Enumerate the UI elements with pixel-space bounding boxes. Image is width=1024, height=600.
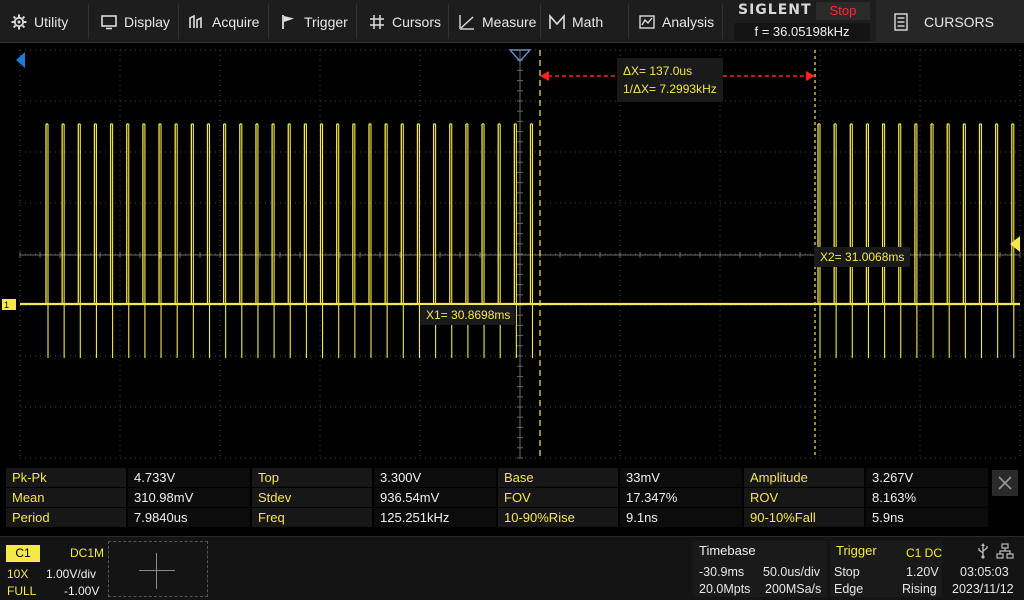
math-icon xyxy=(548,13,566,31)
channel1-bandwidth: FULL xyxy=(7,584,37,598)
bottom-status-bar: C1 DC1M 10X 1.00V/div FULL -1.00V Timeba… xyxy=(0,536,1024,600)
clock-date: 2023/11/12 xyxy=(952,582,1014,596)
measurement-label: ROV xyxy=(744,488,864,507)
timebase-sample-rate: 200MSa/s xyxy=(765,582,822,596)
measurement-row: Pk-Pk 4.733V Top 3.300V Base 33mV Amplitude 3.2… xyxy=(6,468,988,488)
measurement-value: 936.54mV xyxy=(374,488,496,507)
timebase-delay: -30.9ms xyxy=(699,565,745,579)
timebase-scale: 50.0us/div xyxy=(763,565,820,579)
measurement-value: 33mV xyxy=(620,468,742,487)
trigger-slope: Rising xyxy=(902,582,937,596)
channel1-marker-label: 1 xyxy=(4,300,9,310)
add-channel-slot[interactable] xyxy=(108,541,208,597)
measurement-label: 90-10%Fall xyxy=(744,508,864,527)
measurement-value: 7.9840us xyxy=(128,508,250,527)
gear-icon xyxy=(10,13,28,31)
network-icon xyxy=(996,543,1014,559)
flag-icon xyxy=(280,13,298,31)
channel1-info[interactable]: C1 DC1M 10X 1.00V/div FULL -1.00V xyxy=(4,541,105,598)
timebase-memory: 20.0Mpts xyxy=(699,582,751,596)
measurement-value: 125.251kHz xyxy=(374,508,496,527)
channel1-label: C1 xyxy=(6,545,40,562)
menu-cursors[interactable]: Cursors xyxy=(368,0,441,43)
measurement-table: Pk-Pk 4.733V Top 3.300V Base 33mV Amplitude 3.2… xyxy=(6,468,988,530)
menu-acquire[interactable]: Acquire xyxy=(188,0,259,43)
measurement-label: 10-90%Rise xyxy=(498,508,618,527)
trigger-type: Edge xyxy=(834,582,864,596)
run-stop-status[interactable]: Stop xyxy=(816,2,870,20)
menu-cursors-label: Cursors xyxy=(392,13,442,30)
menu-acquire-label: Acquire xyxy=(212,13,260,30)
measurement-label: Amplitude xyxy=(744,468,864,487)
cursor-inverse-delta-x: 1/ΔX= 7.2993kHz xyxy=(623,82,717,96)
measurement-value: 3.300V xyxy=(374,468,496,487)
crosshair-icon xyxy=(368,13,386,31)
trigger-source: C1 DC xyxy=(906,546,943,560)
plus-icon xyxy=(139,553,175,589)
measurement-label: Mean xyxy=(6,488,126,507)
menu-analysis[interactable]: Analysis xyxy=(638,0,714,43)
channel1-probe: 10X xyxy=(7,567,29,581)
measurement-row: Mean 310.98mV Stdev 936.54mV FOV 17.347% ROV 8.… xyxy=(6,488,988,508)
menu-list-icon xyxy=(894,12,910,31)
measurement-label: Top xyxy=(252,468,372,487)
clock-time: 03:05:03 xyxy=(960,565,1009,579)
measurement-label: Base xyxy=(498,468,618,487)
measurement-label: Period xyxy=(6,508,126,527)
cursors-panel-label: CURSORS xyxy=(924,13,995,30)
cursor-delta-x: ΔX= 137.0us xyxy=(623,64,693,78)
trigger-level: 1.20V xyxy=(906,565,939,579)
menu-trigger[interactable]: Trigger xyxy=(280,0,348,43)
measurement-value: 3.267V xyxy=(866,468,988,487)
measurement-row: Period 7.9840us Freq 125.251kHz 10-90%Rise 9.… xyxy=(6,508,988,528)
brand-logo: SIGLENT xyxy=(738,2,812,18)
menu-utility[interactable]: Utility xyxy=(10,0,68,43)
cursors-panel-button[interactable]: CURSORS xyxy=(876,0,1024,43)
measurement-label: FOV xyxy=(498,488,618,507)
cursor-x1-label: X1= 30.8698ms xyxy=(420,305,517,325)
channel1-coupling: DC1M xyxy=(70,546,105,560)
usb-icon xyxy=(978,543,988,559)
timebase-info[interactable]: Timebase -30.9ms 50.0us/div 20.0Mpts 200… xyxy=(693,541,827,597)
trigger-mode: Stop xyxy=(834,565,860,579)
menu-analysis-label: Analysis xyxy=(662,13,715,30)
cursor-delta-readout: ΔX= 137.0us 1/ΔX= 7.2993kHz xyxy=(617,58,723,102)
menu-measure-label: Measure xyxy=(482,13,537,30)
measurement-value: 8.163% xyxy=(866,488,988,507)
close-icon xyxy=(998,476,1012,490)
analysis-icon xyxy=(638,13,656,31)
cursor-x2-label: X2= 31.0068ms xyxy=(814,247,911,267)
measurement-close-button[interactable] xyxy=(992,470,1018,496)
measure-icon xyxy=(458,13,476,31)
waveform-display[interactable]: 1 ΔX= 137.0us 1/ΔX= 7.2993kHz X1= 30.869… xyxy=(0,44,1024,464)
menu-math-label: Math xyxy=(572,13,604,30)
measurement-value: 17.347% xyxy=(620,488,742,507)
measurement-value: 310.98mV xyxy=(128,488,250,507)
trigger-info[interactable]: Trigger C1 DC Stop 1.20V Edge Rising xyxy=(830,541,942,597)
measurement-label: Stdev xyxy=(252,488,372,507)
channel1-scale: 1.00V/div xyxy=(46,567,97,581)
arrow-right-icon xyxy=(806,71,815,81)
frequency-counter: f = 36.05198kHz xyxy=(734,23,870,41)
brand-status-box: SIGLENT Stop f = 36.05198kHz xyxy=(730,0,872,43)
menu-math[interactable]: Math xyxy=(548,0,603,43)
measurement-label: Freq xyxy=(252,508,372,527)
measurement-value: 9.1ns xyxy=(620,508,742,527)
measurement-value: 5.9ns xyxy=(866,508,988,527)
menu-utility-label: Utility xyxy=(34,13,69,30)
menu-trigger-label: Trigger xyxy=(304,13,348,30)
clock-area: 03:05:03 2023/11/12 xyxy=(946,541,1022,597)
top-menu-bar: Utility Display Acquire Trigger Cursors … xyxy=(0,0,1024,43)
measurement-value: 4.733V xyxy=(128,468,250,487)
menu-measure[interactable]: Measure xyxy=(458,0,536,43)
acquire-icon xyxy=(188,13,206,31)
arrow-left-icon xyxy=(540,71,549,81)
timebase-title: Timebase xyxy=(699,543,756,558)
channel1-offset: -1.00V xyxy=(64,584,100,598)
menu-display-label: Display xyxy=(124,13,170,30)
trigger-title: Trigger xyxy=(836,543,877,558)
menu-display[interactable]: Display xyxy=(100,0,170,43)
display-icon xyxy=(100,13,118,31)
measurement-label: Pk-Pk xyxy=(6,468,126,487)
